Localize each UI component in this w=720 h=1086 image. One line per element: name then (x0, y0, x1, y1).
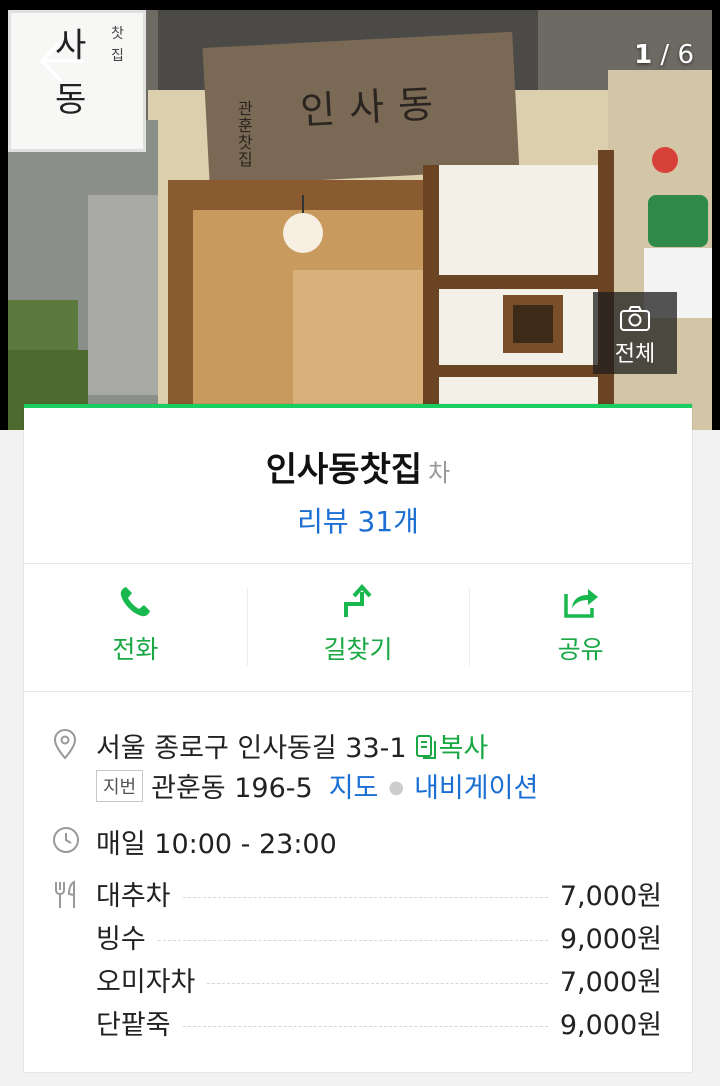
share-button[interactable]: 공유 (469, 564, 692, 691)
directions-icon (344, 584, 372, 617)
location-pin-icon (53, 728, 77, 760)
copy-icon (415, 735, 436, 759)
separator-dot: ● (388, 777, 405, 798)
copy-address-button[interactable]: 복사 (415, 733, 489, 764)
signboard-text: 인사동 (299, 81, 449, 133)
directions-button[interactable]: 길찾기 (246, 564, 470, 691)
menu-item-name: 오미자차 (96, 967, 196, 998)
clock-icon (53, 827, 79, 853)
menu-item-name: 빙수 (96, 924, 146, 955)
signboard-small-text: 관훈찻집 (238, 99, 253, 169)
dotted-leader (182, 1026, 548, 1027)
navigation-link[interactable]: 내비게이션 (414, 773, 538, 804)
details-section: 서울 종로구 인사동길 33-1 복사 지번 관훈동 196-5 지도 ● 내비게이션 매… (24, 692, 692, 1072)
jibun-address: 관훈동 196-5 (151, 773, 313, 804)
directions-label: 길찾기 (323, 635, 393, 664)
jibun-address-row: 지번 관훈동 196-5 지도 ● 내비게이션 (96, 766, 538, 805)
action-bar: 전화 길찾기 공유 (24, 564, 692, 692)
dotted-leader (157, 940, 548, 941)
menu-item-name: 단팥죽 (96, 1010, 171, 1041)
camera-icon (620, 306, 650, 331)
menu-item: 빙수 9,000원 (96, 915, 662, 958)
road-address: 서울 종로구 인사동길 33-1 복사 (96, 726, 488, 765)
photo-counter-separator: / (652, 40, 678, 70)
copy-label: 복사 (438, 733, 489, 764)
all-photos-label: 전체 (614, 342, 656, 367)
photo-counter: 1 / 6 (634, 40, 694, 70)
menu-item-name: 대추차 (96, 881, 171, 912)
side-signboard-small: 찻집 (111, 26, 124, 64)
back-arrow-icon (40, 40, 84, 82)
road-address-text: 서울 종로구 인사동길 33-1 (96, 733, 407, 764)
share-label: 공유 (557, 635, 604, 664)
share-icon (563, 589, 598, 618)
menu-item-price: 9,000원 (559, 924, 662, 955)
title-row: 인사동찻집 차 (24, 442, 692, 491)
dotted-leader (182, 897, 548, 898)
place-info-card: 인사동찻집 차 리뷰 31개 전화 길찾기 공유 서울 종로구 인사동길 33-… (24, 404, 692, 1072)
place-name: 인사동찻집 (265, 450, 423, 490)
title-section: 인사동찻집 차 리뷰 31개 (24, 408, 692, 564)
all-photos-button[interactable]: 전체 (593, 292, 677, 374)
place-category: 차 (428, 459, 451, 487)
menu-list: 대추차 7,000원 빙수 9,000원 오미자차 7,000원 단팥죽 9,0… (96, 872, 662, 1044)
photo-counter-current: 1 (634, 40, 653, 70)
jibun-tag: 지번 (96, 770, 144, 802)
photo-counter-total: 6 (677, 40, 694, 70)
map-link[interactable]: 지도 (329, 773, 379, 804)
dotted-leader (207, 983, 548, 984)
photo-viewer[interactable]: 인사동 관훈찻집 사동 찻집 1 / 6 전체 (0, 0, 720, 430)
call-button[interactable]: 전화 (24, 564, 247, 691)
business-hours: 매일 10:00 - 23:00 (96, 829, 337, 860)
menu-item: 단팥죽 9,000원 (96, 1001, 662, 1044)
menu-item: 대추차 7,000원 (96, 872, 662, 915)
menu-item-price: 7,000원 (559, 967, 662, 998)
call-label: 전화 (112, 635, 159, 664)
phone-icon (121, 587, 151, 617)
review-count-link[interactable]: 리뷰 31개 (24, 500, 692, 540)
menu-item: 오미자차 7,000원 (96, 958, 662, 1001)
menu-item-price: 7,000원 (559, 881, 662, 912)
back-button[interactable] (38, 38, 84, 84)
menu-item-price: 9,000원 (559, 1010, 662, 1041)
fork-knife-icon (55, 880, 75, 908)
